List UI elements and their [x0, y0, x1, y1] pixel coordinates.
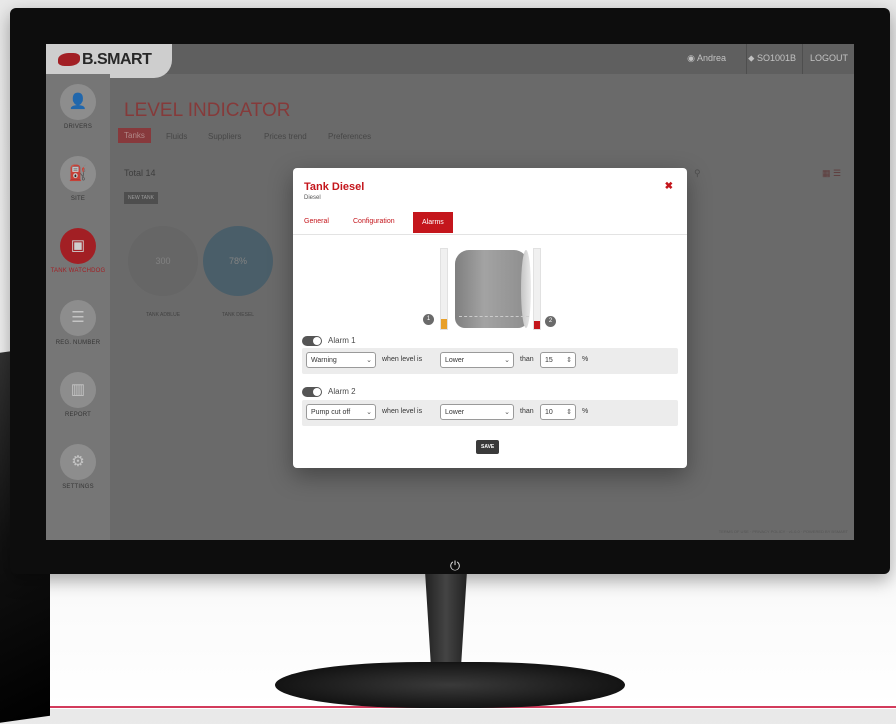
- right-level-bar: [533, 248, 541, 330]
- chevron-down-icon: ⌄: [504, 357, 510, 364]
- alarm-1-name: Alarm 1: [328, 336, 356, 346]
- dialog-tabs: General Configuration Alarms: [293, 212, 687, 235]
- alarm-1-row: Warning ⌄ when level is Lower ⌄ than 15 ⇕ %: [302, 348, 678, 374]
- save-button[interactable]: SAVE: [476, 440, 500, 454]
- stepper-icon: ⇕: [566, 357, 572, 364]
- alarm-2-name: Alarm 2: [328, 387, 356, 397]
- power-icon[interactable]: ⏻: [448, 559, 462, 573]
- close-icon[interactable]: ✖: [665, 181, 673, 192]
- tab-general[interactable]: General: [304, 218, 329, 225]
- alarm-1-unit: %: [582, 356, 589, 363]
- left-level-fill: [441, 319, 447, 329]
- right-level-fill: [534, 321, 540, 329]
- tank-alarms-dialog: Tank Diesel Diesel ✖ General Configurati…: [293, 168, 687, 468]
- alarm-1-type-value: Warning: [311, 357, 337, 364]
- alarm-2-condition-text: when level is: [382, 408, 423, 415]
- alarm-1-comparison-select[interactable]: Lower ⌄: [440, 352, 514, 368]
- alarm-2-toggle[interactable]: [302, 387, 322, 397]
- chevron-down-icon: ⌄: [366, 409, 372, 416]
- alarm-1-comparison-value: Lower: [445, 357, 465, 364]
- alarm-marker-2: 2: [545, 316, 556, 327]
- chevron-down-icon: ⌄: [366, 357, 372, 364]
- alarm-1-condition-text: when level is: [382, 356, 423, 363]
- monitor-stand-base: [275, 662, 625, 708]
- alarm-1-header: Alarm 1: [302, 336, 356, 346]
- alarm-1-than-text: than: [520, 356, 534, 363]
- tank-base-line: [459, 316, 529, 327]
- alarm-2-unit: %: [582, 408, 589, 415]
- monitor-frame: ◉ Andrea ⬥ SO1001B LOGOUT B.SMART 👤 DRIV…: [10, 8, 890, 574]
- alarm-1-type-select[interactable]: Warning ⌄: [306, 352, 376, 368]
- alarm-1-value-input[interactable]: 15 ⇕: [540, 352, 576, 368]
- alarm-2-comparison-select[interactable]: Lower ⌄: [440, 404, 514, 420]
- alarm-2-than-text: than: [520, 408, 534, 415]
- alarm-1-toggle[interactable]: [302, 336, 322, 346]
- alarm-2-value-input[interactable]: 10 ⇕: [540, 404, 576, 420]
- alarm-2-threshold-value: 10: [545, 409, 553, 416]
- alarm-2-row: Pump cut off ⌄ when level is Lower ⌄ than …: [302, 400, 678, 426]
- stepper-icon: ⇕: [566, 409, 572, 416]
- dialog-title: Tank Diesel: [304, 181, 365, 193]
- tab-alarms[interactable]: Alarms: [413, 212, 453, 233]
- chevron-down-icon: ⌄: [504, 409, 510, 416]
- alarm-2-comparison-value: Lower: [445, 409, 465, 416]
- dialog-subtitle: Diesel: [304, 195, 321, 201]
- monitor-stand-neck: [425, 574, 467, 674]
- left-level-bar: [440, 248, 448, 330]
- alarm-2-header: Alarm 2: [302, 387, 356, 397]
- alarm-2-type-value: Pump cut off: [311, 409, 351, 416]
- alarm-marker-1: 1: [423, 314, 434, 325]
- alarm-2-type-select[interactable]: Pump cut off ⌄: [306, 404, 376, 420]
- tab-configuration[interactable]: Configuration: [353, 218, 395, 225]
- app-screen: ◉ Andrea ⬥ SO1001B LOGOUT B.SMART 👤 DRIV…: [46, 44, 854, 540]
- alarm-1-threshold-value: 15: [545, 357, 553, 364]
